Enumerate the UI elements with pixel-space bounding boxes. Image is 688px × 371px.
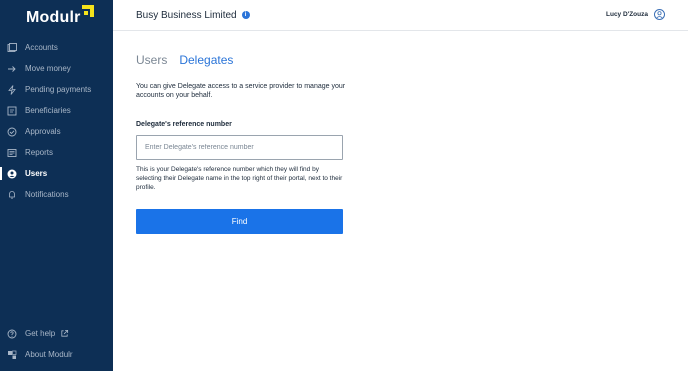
reference-number-input[interactable] [136, 135, 343, 160]
modulr-info-icon [7, 350, 17, 360]
app-root: Modulr Accounts Move money Pending payme… [0, 0, 688, 371]
company-name[interactable]: Busy Business Limited [136, 10, 237, 21]
users-icon [7, 169, 17, 179]
bell-icon [7, 190, 17, 200]
sidebar-item-label: Accounts [25, 43, 58, 52]
logo-mark-icon [81, 5, 94, 17]
tabs: Users Delegates [136, 53, 245, 67]
sidebar-item-label: Approvals [25, 127, 61, 136]
sidebar-item-accounts[interactable]: Accounts [0, 37, 113, 58]
sidebar-item-users[interactable]: Users [0, 163, 113, 184]
modulr-logo[interactable]: Modulr [26, 5, 94, 27]
accounts-icon [7, 42, 17, 53]
sidebar-item-label: Users [25, 169, 48, 178]
sidebar-bottom: Get help About Modulr [0, 323, 113, 365]
about-modulr-link[interactable]: About Modulr [0, 344, 113, 365]
sidebar-item-label: Move money [25, 64, 71, 73]
lightning-icon [7, 84, 17, 95]
logo-text: Modulr [26, 9, 81, 26]
user-menu[interactable]: Lucy D'Zouza [606, 9, 665, 20]
sidebar-item-label: Notifications [25, 190, 69, 199]
sidebar-item-approvals[interactable]: Approvals [0, 121, 113, 142]
main-content: Busy Business Limited i Lucy D'Zouza Use… [113, 0, 688, 371]
sidebar-item-label: Beneficiaries [25, 106, 71, 115]
sidebar-item-pending-payments[interactable]: Pending payments [0, 79, 113, 100]
beneficiaries-icon [7, 106, 17, 116]
sidebar-item-beneficiaries[interactable]: Beneficiaries [0, 100, 113, 121]
sidebar-item-notifications[interactable]: Notifications [0, 184, 113, 205]
sidebar-nav: Accounts Move money Pending payments Ben… [0, 37, 113, 205]
delegates-intro: You can give Delegate access to a servic… [136, 83, 346, 99]
user-avatar-icon [654, 9, 665, 20]
sidebar-item-label: Reports [25, 148, 54, 157]
info-icon[interactable]: i [241, 11, 250, 19]
tab-users[interactable]: Users [136, 53, 167, 67]
topbar: Busy Business Limited i Lucy D'Zouza [113, 0, 688, 31]
sidebar-item-move-money[interactable]: Move money [0, 58, 113, 79]
user-name: Lucy D'Zouza [606, 11, 648, 18]
sidebar: Modulr Accounts Move money Pending payme… [0, 0, 113, 371]
reference-help-text: This is your Delegate's reference number… [136, 166, 343, 191]
sidebar-item-label: Get help [25, 329, 56, 338]
reports-icon [7, 148, 17, 158]
external-link-icon [59, 329, 69, 339]
sidebar-item-reports[interactable]: Reports [0, 142, 113, 163]
find-button[interactable]: Find [136, 209, 343, 234]
check-circle-icon [7, 127, 17, 137]
tab-delegates[interactable]: Delegates [179, 53, 233, 67]
sidebar-item-label: Pending payments [25, 85, 92, 94]
arrow-right-icon [7, 64, 17, 74]
sidebar-item-label: About Modulr [25, 350, 73, 359]
reference-field-label: Delegate's reference number [136, 121, 232, 128]
get-help-link[interactable]: Get help [0, 323, 113, 344]
help-icon [7, 329, 17, 339]
